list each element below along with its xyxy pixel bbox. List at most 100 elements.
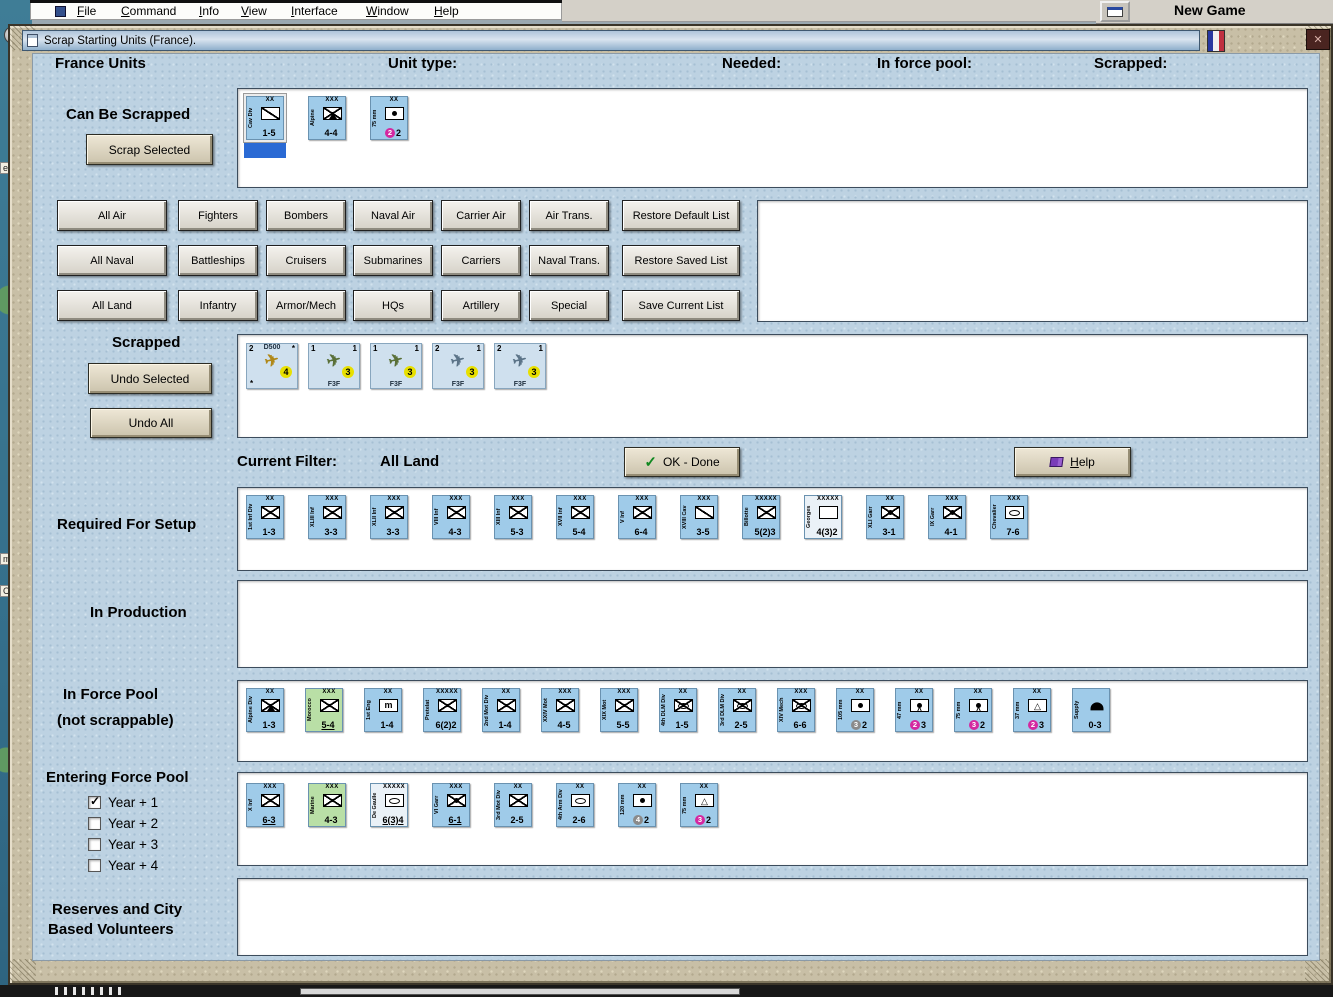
checkbox-box[interactable]: [88, 859, 101, 872]
filter-button-save-current-list[interactable]: Save Current List: [622, 290, 740, 321]
unit-counter-xiii-inf[interactable]: XIII Inf XXX 5-3: [494, 495, 532, 539]
unit-counter-xliii-inf[interactable]: XLIII Inf XXX 3-3: [308, 495, 346, 539]
unit-counter-x-inf[interactable]: X Inf XXX 6-3: [246, 783, 284, 827]
label-required-for-setup: Required For Setup: [57, 516, 197, 533]
filter-button-all-air[interactable]: All Air: [57, 200, 167, 231]
filter-button-restore-default-list[interactable]: Restore Default List: [622, 200, 740, 231]
checkbox-year-1[interactable]: Year + 1: [88, 792, 158, 813]
unit-symbol-mech: [792, 699, 811, 712]
filter-button-artillery[interactable]: Artillery: [441, 290, 521, 321]
aircraft-counter-f3f[interactable]: 2 1 ✈ 3 F3F: [494, 343, 546, 389]
unit-counter-xlii-inf[interactable]: XLII Inf XXX 3-3: [370, 495, 408, 539]
menu-window[interactable]: Window: [366, 4, 409, 18]
filter-button-submarines[interactable]: Submarines: [353, 245, 433, 276]
aircraft-counter-f3f[interactable]: 1 1 ✈ 3 F3F: [370, 343, 422, 389]
unit-counter-xxiv-mot[interactable]: XXIV Mot XXX 4-5: [541, 688, 579, 732]
unit-echelon: XXX: [617, 689, 631, 695]
filter-button-armor-mech[interactable]: Armor/Mech: [266, 290, 346, 321]
french-flag-icon: [1207, 30, 1225, 52]
close-button[interactable]: ✕: [1306, 29, 1330, 50]
unit-counter-chevalier[interactable]: Chevalier XXX 7-6: [990, 495, 1028, 539]
filter-button-restore-saved-list[interactable]: Restore Saved List: [622, 245, 740, 276]
filter-button-naval-trans[interactable]: Naval Trans.: [529, 245, 609, 276]
unit-counter-xiv-mech[interactable]: XIV Mech XXX 6-6: [777, 688, 815, 732]
checkbox-year-2[interactable]: Year + 2: [88, 813, 158, 834]
filter-button-naval-air[interactable]: Naval Air: [353, 200, 433, 231]
checkbox-box[interactable]: [88, 817, 101, 830]
filter-button-battleships[interactable]: Battleships: [178, 245, 258, 276]
unit-counter-vi-garr[interactable]: VI Garr XXX 6-1: [432, 783, 470, 827]
unit-counter-pretelat[interactable]: Pretelat XXXXX 6(2)2: [423, 688, 461, 732]
filter-button-infantry[interactable]: Infantry: [178, 290, 258, 321]
unit-counter-viii-inf[interactable]: VIII Inf XXX 4-3: [432, 495, 470, 539]
checkbox-year-3[interactable]: Year + 3: [88, 834, 158, 855]
filter-button-special[interactable]: Special: [529, 290, 609, 321]
checkbox-box[interactable]: [88, 838, 101, 851]
aircraft-counter-f3f[interactable]: 1 1 ✈ 3 F3F: [308, 343, 360, 389]
menu-command[interactable]: Command: [121, 4, 176, 18]
unit-counter-3rd-dlm-div[interactable]: 3rd DLM Div XX 2-5: [718, 688, 756, 732]
checkbox-box[interactable]: [88, 794, 101, 809]
unit-counter-georges[interactable]: Georges XXXXX 4(3)2: [804, 495, 842, 539]
unit-counter-de-gaulle[interactable]: De Gaulle XXXXX 6(3)4: [370, 783, 408, 827]
filter-button-cruisers[interactable]: Cruisers: [266, 245, 346, 276]
unit-strength: 6(2)2: [435, 720, 457, 730]
help-button[interactable]: Help: [1014, 447, 1131, 477]
unit-counter-3rd-mot-div[interactable]: 3rd Mot Div XX 2-5: [494, 783, 532, 827]
unit-counter-xli-garr[interactable]: XLI Garr XX 3-1: [866, 495, 904, 539]
unit-counter-37-mm[interactable]: 37 mmXX23: [1013, 688, 1051, 732]
filter-button-carriers[interactable]: Carriers: [441, 245, 521, 276]
unit-counter-47-mm[interactable]: 47 mmXX23: [895, 688, 933, 732]
unit-strength: 6-6: [793, 720, 807, 730]
unit-strength: 32: [689, 814, 717, 826]
menu-info[interactable]: Info: [199, 4, 219, 18]
unit-counter-105-mm[interactable]: 105 mm XX 3 2: [836, 688, 874, 732]
aircraft-counter-d500[interactable]: 2 D500 * ✈ 4 *: [246, 343, 298, 389]
scrap-selected-button[interactable]: Scrap Selected: [86, 134, 213, 165]
menu-view[interactable]: View: [241, 4, 267, 18]
filter-button-carrier-air[interactable]: Carrier Air: [441, 200, 521, 231]
window-grid-icon[interactable]: [1100, 1, 1130, 22]
unit-strength: 4-1: [944, 527, 958, 537]
check-icon: ✓: [644, 454, 657, 471]
undo-selected-button[interactable]: Undo Selected: [88, 363, 212, 394]
unit-counter-cav-div[interactable]: Cav Div XX 1-5: [244, 96, 286, 158]
unit-counter-xvii-inf[interactable]: XVII Inf XXX 5-4: [556, 495, 594, 539]
filter-button-air-trans[interactable]: Air Trans.: [529, 200, 609, 231]
unit-counter-2nd-mot-div[interactable]: 2nd Mot Div XX 1-4: [482, 688, 520, 732]
unit-counter-marine[interactable]: Marine XXX 4-3: [308, 783, 346, 827]
unit-symbol-inf: [615, 699, 634, 712]
menu-interface[interactable]: Interface: [291, 4, 338, 18]
unit-counter-1st-eng[interactable]: 1st EngXX1-4: [364, 688, 402, 732]
unit-counter-4th-arm-div[interactable]: 4th Arm Div XX 2-6: [556, 783, 594, 827]
filter-button-all-land[interactable]: All Land: [57, 290, 167, 321]
ok-done-button[interactable]: ✓ OK - Done: [624, 447, 740, 477]
unit-counter-xviii-cav[interactable]: XVIII Cav XXX 3-5: [680, 495, 718, 539]
menu-help[interactable]: Help: [434, 4, 459, 18]
unit-counter-supply[interactable]: Supply 0-3: [1072, 688, 1110, 732]
unit-counter-alpine-div[interactable]: Alpine Div XX 1-3: [246, 688, 284, 732]
help-label: Help: [1070, 455, 1095, 469]
plane-count-left: 2: [435, 344, 440, 353]
unit-counter-75-mm[interactable]: 75 mmXX32: [680, 783, 718, 827]
unit-counter-billotte[interactable]: Billotte XXXXX 5(2)3: [742, 495, 780, 539]
menu-file[interactable]: File: [77, 4, 96, 18]
unit-counter-ix-garr[interactable]: IX Garr XXX 4-1: [928, 495, 966, 539]
unit-counter-4th-dlm-div[interactable]: 4th DLM Div XX 1-5: [659, 688, 697, 732]
filter-button-all-naval[interactable]: All Naval: [57, 245, 167, 276]
unit-counter-120-mm[interactable]: 120 mm XX 4 2: [618, 783, 656, 827]
aircraft-counter-f3f[interactable]: 2 1 ✈ 3 F3F: [432, 343, 484, 389]
filter-button-fighters[interactable]: Fighters: [178, 200, 258, 231]
dialog-titlebar[interactable]: Scrap Starting Units (France).: [22, 30, 1200, 51]
unit-counter-v-inf[interactable]: V Inf XXX 6-4: [618, 495, 656, 539]
undo-all-button[interactable]: Undo All: [90, 408, 212, 438]
checkbox-year-4[interactable]: Year + 4: [88, 855, 158, 876]
unit-counter-morocco[interactable]: Morocco XXX 5-4: [305, 688, 343, 732]
unit-counter-1st-inf-div[interactable]: 1st Inf Div XX 1-3: [246, 495, 284, 539]
unit-counter-75-mm[interactable]: 75 mm XX 2 2: [370, 96, 408, 140]
unit-counter-75-mm[interactable]: 75 mmXX32: [954, 688, 992, 732]
unit-counter-xix-mot[interactable]: XIX Mot XXX 5-5: [600, 688, 638, 732]
filter-button-bombers[interactable]: Bombers: [266, 200, 346, 231]
unit-counter-alpine[interactable]: Alpine XXX 4-4: [308, 96, 346, 140]
filter-button-hqs[interactable]: HQs: [353, 290, 433, 321]
